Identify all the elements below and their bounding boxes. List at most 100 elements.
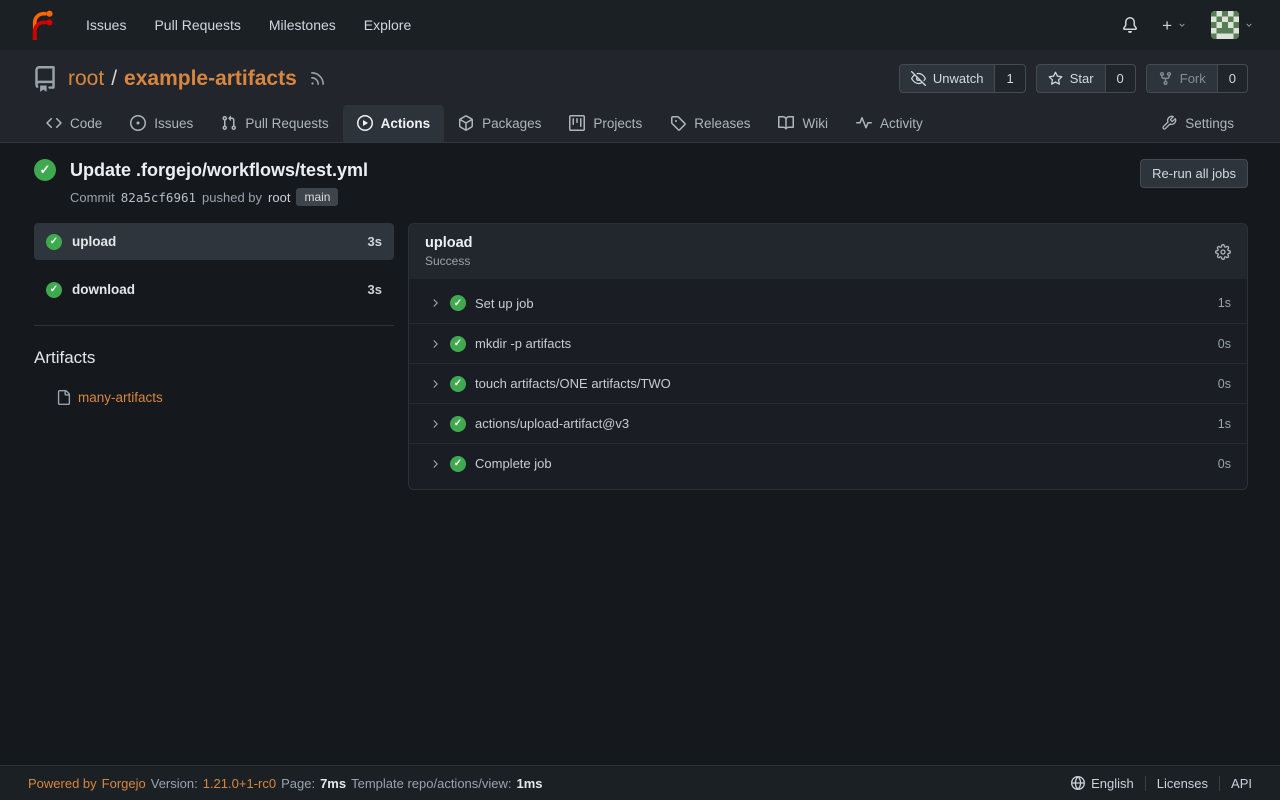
job-name: upload xyxy=(72,234,116,249)
nav-pull-requests[interactable]: Pull Requests xyxy=(140,9,254,41)
tag-icon xyxy=(670,115,686,131)
nav-milestones[interactable]: Milestones xyxy=(255,9,350,41)
step-duration: 1s xyxy=(1218,296,1231,310)
page-footer: Powered by Forgejo Version: 1.21.0+1-rc0… xyxy=(0,765,1280,800)
tab-pull-requests-label: Pull Requests xyxy=(245,116,328,131)
job-success-icon: ✓ xyxy=(46,234,62,250)
api-link[interactable]: API xyxy=(1219,776,1252,791)
tab-activity[interactable]: Activity xyxy=(842,105,937,142)
app-root: Issues Pull Requests Milestones Explore … xyxy=(0,0,1280,800)
job-duration: 3s xyxy=(368,234,382,249)
version-label: Version: xyxy=(151,776,198,791)
step-duration: 1s xyxy=(1218,417,1231,431)
tab-settings[interactable]: Settings xyxy=(1147,105,1248,142)
unwatch-button[interactable]: Unwatch xyxy=(899,64,996,93)
tab-actions-label: Actions xyxy=(381,116,431,131)
breadcrumb-separator: / xyxy=(111,67,117,91)
step-row-set-up-job[interactable]: ✓ Set up job 1s xyxy=(409,283,1247,323)
watchers-count[interactable]: 1 xyxy=(995,64,1025,93)
forks-count[interactable]: 0 xyxy=(1218,64,1248,93)
tab-projects-label: Projects xyxy=(593,116,642,131)
run-success-icon: ✓ xyxy=(34,159,56,181)
tab-projects[interactable]: Projects xyxy=(555,105,656,142)
repo-icon xyxy=(32,66,58,92)
artifact-download-link[interactable]: many-artifacts xyxy=(78,390,163,405)
notifications-button[interactable] xyxy=(1122,17,1138,33)
book-icon xyxy=(778,115,794,131)
repo-tabs: Code Issues Pull Requests Actions Packag… xyxy=(32,105,1248,142)
tab-code[interactable]: Code xyxy=(32,105,116,142)
tab-releases[interactable]: Releases xyxy=(656,105,764,142)
rss-icon[interactable] xyxy=(309,70,326,87)
step-success-icon: ✓ xyxy=(450,416,466,432)
sidebar-divider xyxy=(34,325,394,326)
nav-explore[interactable]: Explore xyxy=(350,9,425,41)
licenses-label: Licenses xyxy=(1157,776,1208,791)
stars-count[interactable]: 0 xyxy=(1106,64,1136,93)
tab-activity-label: Activity xyxy=(880,116,923,131)
step-duration: 0s xyxy=(1218,377,1231,391)
globe-icon xyxy=(1071,776,1085,790)
step-name: touch artifacts/ONE artifacts/TWO xyxy=(475,376,671,391)
version-link[interactable]: 1.21.0+1-rc0 xyxy=(203,776,276,791)
navbar-links: Issues Pull Requests Milestones Explore xyxy=(72,9,425,41)
repo-title-row: root / example-artifacts Unwatch 1 xyxy=(32,64,1248,93)
repo-header: root / example-artifacts Unwatch 1 xyxy=(0,50,1280,143)
api-label: API xyxy=(1231,776,1252,791)
tab-actions[interactable]: Actions xyxy=(343,105,445,142)
star-button[interactable]: Star xyxy=(1036,64,1106,93)
fork-button[interactable]: Fork xyxy=(1146,64,1218,93)
page-time-label: Page: xyxy=(281,776,315,791)
tab-releases-label: Releases xyxy=(694,116,750,131)
repo-owner-link[interactable]: root xyxy=(68,67,104,91)
user-menu-button[interactable] xyxy=(1211,11,1254,39)
user-avatar xyxy=(1211,11,1239,39)
pull-request-icon xyxy=(221,115,237,131)
fork-button-group: Fork 0 xyxy=(1146,64,1248,93)
settings-gear-icon xyxy=(1161,115,1177,131)
step-row-complete-job[interactable]: ✓ Complete job 0s xyxy=(409,443,1247,483)
chevron-right-icon xyxy=(429,297,441,309)
tab-pull-requests[interactable]: Pull Requests xyxy=(207,105,342,142)
tab-packages[interactable]: Packages xyxy=(444,105,555,142)
job-options-gear-icon[interactable] xyxy=(1215,244,1231,260)
job-detail-panel: upload Success ✓ Set up job 1s xyxy=(408,223,1248,490)
step-row-upload-artifact[interactable]: ✓ actions/upload-artifact@v3 1s xyxy=(409,403,1247,443)
step-row-touch[interactable]: ✓ touch artifacts/ONE artifacts/TWO 0s xyxy=(409,363,1247,403)
language-selector[interactable]: English xyxy=(1060,776,1145,791)
actions-run-view: ✓ Update .forgejo/workflows/test.yml Com… xyxy=(0,143,1280,765)
tab-issues[interactable]: Issues xyxy=(116,105,207,142)
tab-issues-label: Issues xyxy=(154,116,193,131)
plus-icon: + xyxy=(1162,17,1172,34)
repo-name-link[interactable]: example-artifacts xyxy=(124,67,297,91)
pulse-icon xyxy=(856,115,872,131)
step-row-mkdir[interactable]: ✓ mkdir -p artifacts 0s xyxy=(409,323,1247,363)
pusher-link[interactable]: root xyxy=(268,190,290,205)
job-detail-title: upload xyxy=(425,235,473,251)
job-success-icon: ✓ xyxy=(46,282,62,298)
chevron-down-icon xyxy=(1244,20,1254,30)
powered-by-label[interactable]: Powered by xyxy=(28,776,97,791)
run-body: ✓ upload 3s ✓ download 3s Artifacts many… xyxy=(34,223,1248,490)
create-new-button[interactable]: + xyxy=(1162,17,1187,34)
forgejo-logo[interactable] xyxy=(26,10,56,40)
licenses-link[interactable]: Licenses xyxy=(1145,776,1219,791)
navbar-right: + xyxy=(1122,11,1254,39)
job-item-upload[interactable]: ✓ upload 3s xyxy=(34,223,394,260)
branch-badge[interactable]: main xyxy=(296,188,338,206)
chevron-right-icon xyxy=(429,458,441,470)
pushed-by-label: pushed by xyxy=(202,190,262,205)
tab-wiki[interactable]: Wiki xyxy=(764,105,842,142)
job-item-download[interactable]: ✓ download 3s xyxy=(34,271,394,308)
forgejo-link[interactable]: Forgejo xyxy=(102,776,146,791)
rerun-all-jobs-button[interactable]: Re-run all jobs xyxy=(1140,159,1248,188)
commit-sha-link[interactable]: 82a5cf6961 xyxy=(121,190,196,205)
job-detail-header: upload Success xyxy=(409,224,1247,279)
play-circle-icon xyxy=(357,115,373,131)
nav-issues[interactable]: Issues xyxy=(72,9,140,41)
file-icon xyxy=(56,390,71,405)
bell-icon xyxy=(1122,17,1138,33)
step-success-icon: ✓ xyxy=(450,336,466,352)
forgejo-logo-icon xyxy=(26,10,56,40)
code-icon xyxy=(46,115,62,131)
